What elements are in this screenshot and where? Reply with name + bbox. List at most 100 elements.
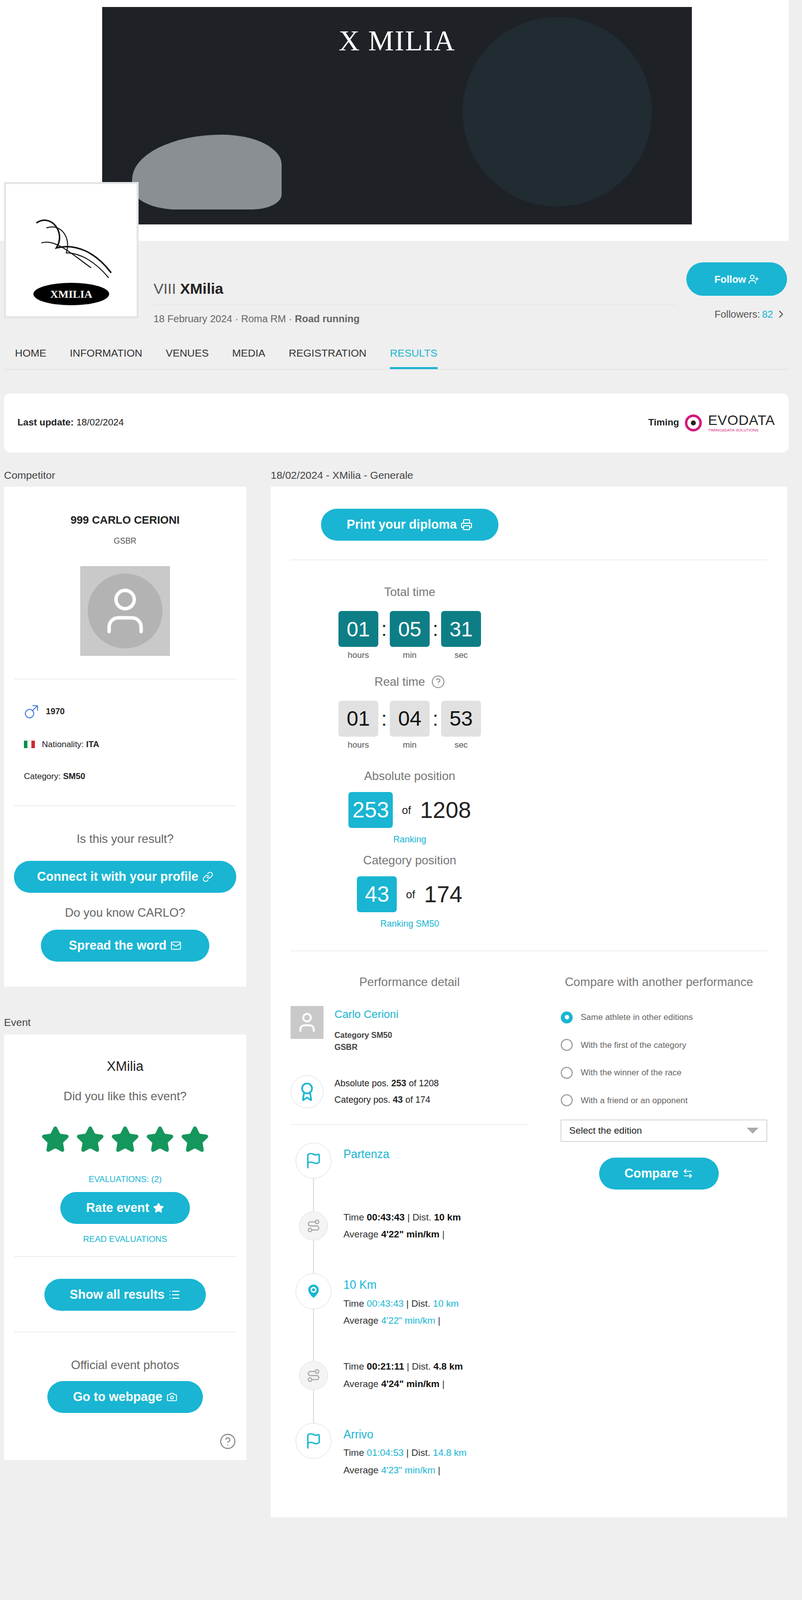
compare-options: Same athlete in other editions With the f… xyxy=(550,1010,768,1107)
competitor-info: 1970Nationality: ITACategory: SM50 xyxy=(13,703,237,783)
position-badge: 43 xyxy=(356,875,397,912)
event-card: XMilia Did you like this event? EVALUATION… xyxy=(3,1033,247,1460)
divider xyxy=(13,678,237,679)
logo-label: XMILIA xyxy=(33,282,110,306)
timeline-split: Time 00:21:11 | Dist. 4.8 kmAverage 4'24… xyxy=(295,1347,529,1403)
nav-tab[interactable]: VENUES xyxy=(165,339,209,369)
ranking-link[interactable]: Ranking SM50 xyxy=(380,916,440,931)
read-evaluations[interactable]: READ EVALUATIONS xyxy=(13,1232,237,1246)
connect-profile-button[interactable]: Connect it with your profile xyxy=(13,860,237,893)
rate-event-button[interactable]: Rate event xyxy=(60,1191,190,1224)
event-title-block: VIII XMilia18 February 2024 · Roma RM · … xyxy=(153,262,687,326)
italy-flag-icon xyxy=(23,740,35,748)
edition-select[interactable]: Select the edition xyxy=(560,1119,768,1141)
update-card: Last update: 18/02/2024TimingEVODATATIMI… xyxy=(3,393,789,453)
nav-tab[interactable]: INFORMATION xyxy=(69,339,143,369)
time-label: Real time xyxy=(374,672,445,691)
map-pin-icon xyxy=(304,1281,323,1300)
event-name: XMilia xyxy=(13,1055,237,1077)
competitor-card: 999 CARLO CERIONIGSBR1970Nationality: IT… xyxy=(3,486,247,986)
print-diploma-button[interactable]: Print your diploma xyxy=(320,508,499,541)
radio[interactable] xyxy=(560,1066,573,1079)
nav-tab[interactable]: RESULTS xyxy=(389,339,438,369)
time-digit-box: 01 xyxy=(338,700,379,737)
time-digit-box: 05 xyxy=(389,610,430,647)
radio[interactable] xyxy=(560,1093,573,1106)
athlete-name[interactable]: Carlo Cerioni xyxy=(334,1005,399,1022)
result-stats: Total time 01hours:05min:31sec Real time 01… xyxy=(290,559,529,931)
evaluations-count[interactable]: EVALUATIONS: (2) xyxy=(13,1172,237,1186)
time-block: Real time01hours:04min:53sec xyxy=(338,672,482,752)
time-block: Total time 01hours:05min:31sec xyxy=(338,582,482,662)
timeline-point: 10 KmTime 00:43:43 | Dist. 10 kmAverage … xyxy=(295,1272,529,1328)
position-block: Absolute position253of1208Ranking xyxy=(348,766,472,846)
nav-tab[interactable]: MEDIA xyxy=(232,339,266,369)
competitor-name: 999 CARLO CERIONI xyxy=(13,511,237,528)
timeline-point: Partenza xyxy=(295,1141,529,1178)
timing: TimingEVODATATIMING&DATA SOLUTIONS xyxy=(648,413,776,433)
position-badge: 253 xyxy=(348,791,393,828)
go-webpage-button[interactable]: Go to webpage xyxy=(47,1380,203,1413)
evodata-logo-icon xyxy=(684,414,702,432)
banner-glow xyxy=(462,16,652,207)
compare-option[interactable]: Same athlete in other editions xyxy=(560,1010,758,1024)
athlete-row: Carlo CerioniCategory SM50GSBR xyxy=(290,1005,529,1053)
rating-stars[interactable] xyxy=(13,1124,237,1154)
detail-section: Performance detailCarlo CerioniCategory … xyxy=(290,950,768,1477)
ranking-link[interactable]: Ranking xyxy=(393,832,427,846)
nav-tab[interactable]: REGISTRATION xyxy=(288,339,367,369)
star-icon[interactable] xyxy=(145,1124,175,1154)
compare-option[interactable]: With a friend or an opponent xyxy=(560,1093,758,1107)
category: Category: SM50 xyxy=(23,769,227,783)
compare-option[interactable]: With the winner of the race xyxy=(560,1065,758,1079)
timeline: PartenzaTime 00:43:43 | Dist. 10 kmAvera… xyxy=(290,1141,529,1477)
nav: HOME INFORMATION VENUES MEDIA REGISTRATION RE… xyxy=(3,339,789,370)
athlete-avatar xyxy=(290,1005,324,1039)
radio[interactable] xyxy=(560,1010,573,1023)
birth-year: 1970 xyxy=(23,703,227,719)
timeline-title: Partenza xyxy=(343,1144,390,1163)
star-icon[interactable] xyxy=(110,1124,140,1154)
list-icon xyxy=(168,1287,181,1300)
logo-shoe-icon xyxy=(21,212,122,288)
result-summary: Print your diploma xyxy=(290,508,529,541)
spread-word-button[interactable]: Spread the word xyxy=(40,929,210,962)
show-results-button[interactable]: Show all results xyxy=(44,1278,206,1310)
banner: X MILIA xyxy=(102,6,692,225)
time-digit-box: 53 xyxy=(441,700,482,737)
time-label: Total time xyxy=(384,582,436,601)
star-icon[interactable] xyxy=(40,1124,70,1154)
star-icon[interactable] xyxy=(75,1124,105,1154)
photos-label: Official event photos xyxy=(13,1355,237,1374)
route-icon xyxy=(306,1218,321,1233)
divider xyxy=(13,804,237,806)
camera-icon xyxy=(166,1390,178,1402)
compare-button[interactable]: Compare xyxy=(599,1156,719,1189)
time-digits: 01hours:05min:31sec xyxy=(338,610,482,662)
link-icon xyxy=(202,870,214,882)
nav-tab[interactable]: HOME xyxy=(14,339,47,369)
compare-option[interactable]: With the first of the category xyxy=(560,1038,758,1052)
user-icon xyxy=(97,583,153,639)
section-label: Event xyxy=(3,1013,247,1030)
user-icon xyxy=(295,1010,319,1034)
help-icon[interactable] xyxy=(431,674,446,689)
time-digit-box: 01 xyxy=(338,610,379,647)
flag-icon xyxy=(305,1151,322,1169)
banner-shoe xyxy=(132,134,282,210)
award-icon xyxy=(297,1081,318,1102)
event-question: Did you like this event? xyxy=(13,1086,237,1105)
banner-title: X MILIA xyxy=(338,18,456,225)
dropdown-arrow-icon xyxy=(746,1126,759,1133)
mail-icon xyxy=(170,939,182,951)
user-plus-icon xyxy=(748,273,760,285)
follow-button[interactable]: Follow xyxy=(686,262,788,296)
route-icon xyxy=(306,1367,321,1382)
page: X MILIA XMILIA VIII XMilia18 February 2024… xyxy=(0,0,802,1600)
help-icon[interactable] xyxy=(219,1432,237,1449)
radio[interactable] xyxy=(560,1038,573,1051)
followers[interactable]: Followers:82 xyxy=(714,306,788,322)
divider xyxy=(290,950,768,951)
star-icon[interactable] xyxy=(180,1124,210,1154)
arrows-icon xyxy=(682,1167,694,1179)
